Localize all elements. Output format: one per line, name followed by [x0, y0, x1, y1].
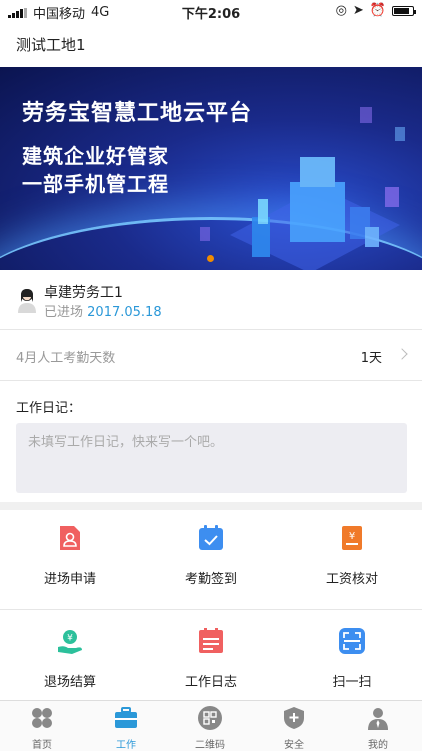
attendance-checkin-icon	[199, 525, 223, 550]
grid-row-divider	[0, 609, 422, 610]
banner-tagline-2: 一部手机管工程	[22, 172, 169, 196]
entry-application-button[interactable]: 进场申请	[0, 510, 140, 608]
user-info[interactable]: 卓建劳务工1 已进场 2017.05.18	[0, 271, 422, 330]
person-icon	[368, 708, 388, 730]
exit-settlement-label: 退场结算	[43, 675, 96, 690]
title-bar: 测试工地1	[0, 24, 422, 66]
briefcase-icon	[115, 707, 137, 728]
tab-mine-label: 我的	[368, 740, 388, 751]
scan-button[interactable]: 扫一扫	[282, 613, 422, 711]
svg-text:¥: ¥	[67, 634, 73, 644]
section-divider	[0, 502, 422, 510]
diary-placeholder: 未填写工作日记，快来写一个吧。	[28, 435, 224, 450]
exit-settlement-icon: ¥	[58, 630, 82, 654]
exit-settlement-button[interactable]: ¥ 退场结算	[0, 613, 140, 711]
promo-banner[interactable]: 劳务宝智慧工地云平台 建筑企业好管家 一部手机管工程	[0, 67, 422, 270]
tab-mine[interactable]: 我的	[336, 701, 420, 751]
work-log-label: 工作日志	[184, 675, 237, 690]
avatar	[18, 289, 36, 313]
home-grid-icon	[32, 708, 52, 728]
tab-work-label: 工作	[116, 740, 136, 751]
tab-safety[interactable]: 安全	[252, 701, 336, 751]
qr-code-icon	[198, 706, 222, 730]
location-icon: ➤	[352, 3, 364, 18]
scan-icon	[339, 628, 365, 654]
orientation-lock-icon: ◎	[335, 3, 347, 18]
entry-application-label: 进场申请	[43, 572, 96, 587]
attendance-row[interactable]: 4月人工考勤天数 1天	[0, 330, 422, 381]
work-diary: 工作日记： 未填写工作日记，快来写一个吧。	[0, 381, 422, 501]
banner-headline: 劳务宝智慧工地云平台	[22, 101, 253, 126]
battery-icon	[392, 5, 416, 16]
salary-check-label: 工资核对	[325, 572, 378, 587]
scan-label: 扫一扫	[332, 675, 372, 690]
work-log-button[interactable]: 工作日志	[141, 613, 281, 711]
status-bar: 中国移动 4G 下午2:06 ◎ ➤ ⏰	[0, 0, 422, 22]
carousel-indicator[interactable]	[207, 255, 214, 262]
tab-work[interactable]: 工作	[84, 701, 168, 751]
user-name: 卓建劳务工1	[44, 285, 123, 301]
chevron-right-icon	[396, 348, 408, 360]
bottom-tab-bar: 首页 工作 二维码 安全 我的	[0, 700, 422, 751]
tab-qrcode-label: 二维码	[195, 740, 225, 751]
alarm-icon: ⏰	[369, 3, 386, 18]
entry-status: 已进场 2017.05.18	[44, 301, 162, 320]
status-right: ◎ ➤ ⏰	[335, 3, 416, 18]
salary-check-icon: ¥	[342, 526, 362, 550]
entry-date: 2017.05.18	[87, 305, 162, 320]
attendance-checkin-button[interactable]: 考勤签到	[141, 510, 281, 608]
tab-safety-label: 安全	[284, 740, 304, 751]
work-log-icon	[199, 628, 223, 653]
shield-icon	[284, 707, 304, 729]
entry-label: 已进场	[44, 305, 84, 320]
svg-text:¥: ¥	[349, 531, 355, 542]
tab-qrcode[interactable]: 二维码	[168, 701, 252, 751]
attendance-value: 1天	[360, 351, 382, 366]
diary-input[interactable]: 未填写工作日记，快来写一个吧。	[16, 423, 407, 493]
attendance-label: 4月人工考勤天数	[16, 351, 116, 366]
diary-label: 工作日记：	[16, 401, 82, 416]
banner-tagline-1: 建筑企业好管家	[22, 144, 169, 168]
salary-check-button[interactable]: ¥ 工资核对	[282, 510, 422, 608]
entry-application-icon	[60, 526, 80, 550]
tab-home-label: 首页	[32, 740, 52, 751]
tab-home[interactable]: 首页	[0, 701, 84, 751]
page-title: 测试工地1	[16, 36, 86, 54]
attendance-checkin-label: 考勤签到	[184, 572, 237, 587]
